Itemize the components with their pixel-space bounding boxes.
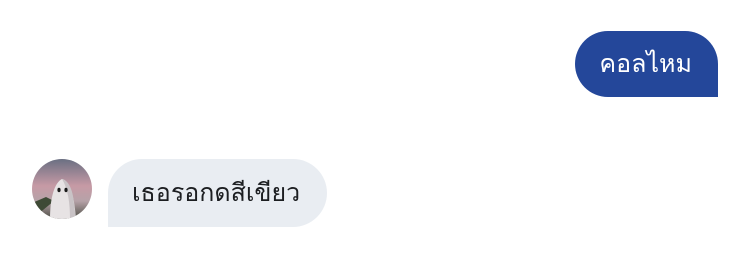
incoming-message-row: เธอรอกดสีเขียว	[32, 159, 328, 227]
chat-thread: คอลไหม เธอรอกดสีเขียว	[0, 0, 749, 260]
contact-avatar[interactable]	[32, 159, 92, 219]
incoming-message-text: เธอรอกดสีเขียว	[132, 178, 301, 207]
outgoing-message-text: คอลไหม	[599, 49, 692, 78]
ghost-avatar-icon	[32, 159, 92, 219]
incoming-message-bubble[interactable]: เธอรอกดสีเขียว	[108, 159, 328, 227]
outgoing-message-bubble[interactable]: คอลไหม	[575, 31, 718, 97]
